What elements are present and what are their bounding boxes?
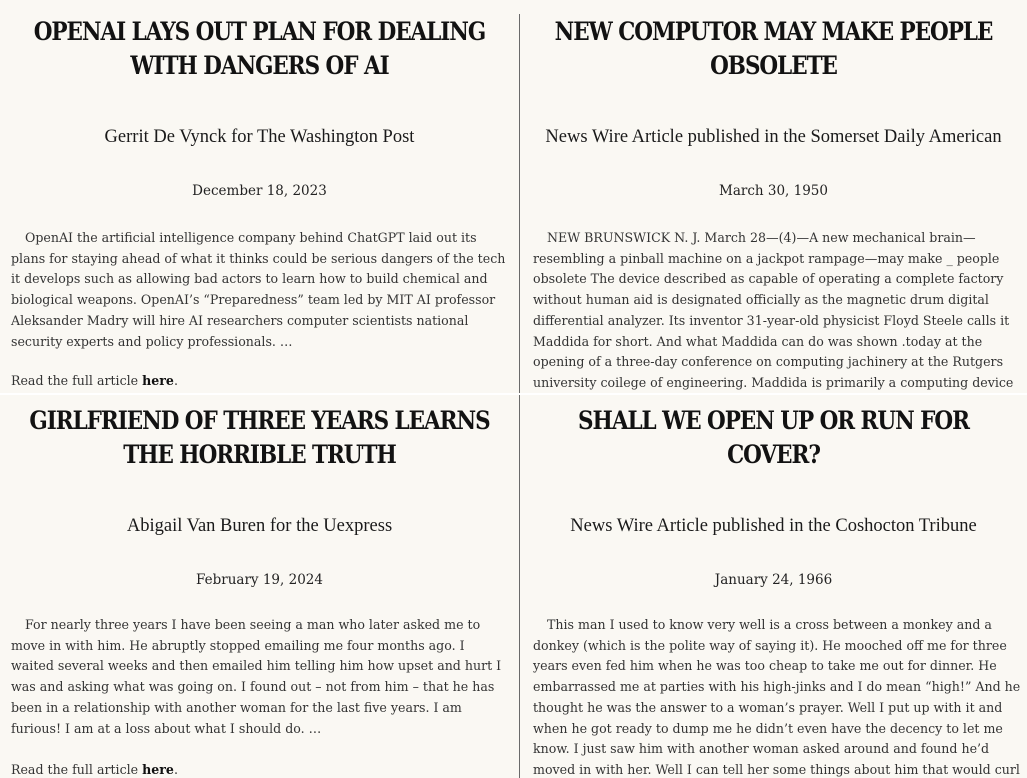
article-excerpt: For nearly three years I have been seein…: [11, 617, 502, 736]
modern-article-card-girlfriend: Girlfriend of three years learns the hor…: [0, 395, 519, 778]
read-full-article-link[interactable]: here: [142, 762, 174, 777]
read-more-suffix: .: [173, 762, 178, 777]
vintage-article-card-cover: Shall we open up or run for cover? News …: [520, 395, 1027, 778]
article-date: February 19, 2024: [196, 572, 323, 588]
article-headline: Shall we open up or run for cover?: [578, 406, 970, 469]
article-comparison-grid: OpenAI lays out plan for dealing with da…: [0, 0, 1027, 778]
article-date: December 18, 2023: [192, 183, 327, 199]
modern-article-card-openai: OpenAI lays out plan for dealing with da…: [0, 0, 519, 393]
read-full-article-link[interactable]: here: [142, 373, 174, 388]
article-excerpt: This man I used to know very well is a c…: [533, 617, 1021, 777]
read-more-line: Read the full article here.: [11, 373, 178, 388]
article-byline: Abigail Van Buren for the Uexpress: [126, 516, 393, 536]
article-headline: New computor may make people obsolete: [554, 17, 994, 80]
article-excerpt: NEW BRUNSWICK N. J. March 28—(4)—A new m…: [533, 230, 1014, 390]
article-headline: Girlfriend of three years learns the hor…: [29, 406, 490, 469]
article-date: January 24, 1966: [714, 572, 833, 588]
article-date: March 30, 1950: [719, 183, 828, 199]
read-more-suffix: .: [173, 373, 178, 388]
read-more-line: Read the full article here.: [11, 762, 178, 777]
article-headline: OpenAI lays out plan for dealing with da…: [33, 17, 487, 80]
article-byline: News Wire Article published in the Cosho…: [570, 516, 977, 536]
article-byline: Gerrit De Vynck for The Washington Post: [104, 127, 415, 147]
article-byline: News Wire Article published in the Somer…: [545, 127, 1002, 147]
vintage-article-card-computor: New computor may make people obsolete Ne…: [520, 0, 1027, 393]
read-more-label: Read the full article: [11, 373, 143, 388]
article-excerpt: OpenAI the artificial intelligence compa…: [11, 230, 506, 349]
read-more-label: Read the full article: [11, 762, 143, 777]
